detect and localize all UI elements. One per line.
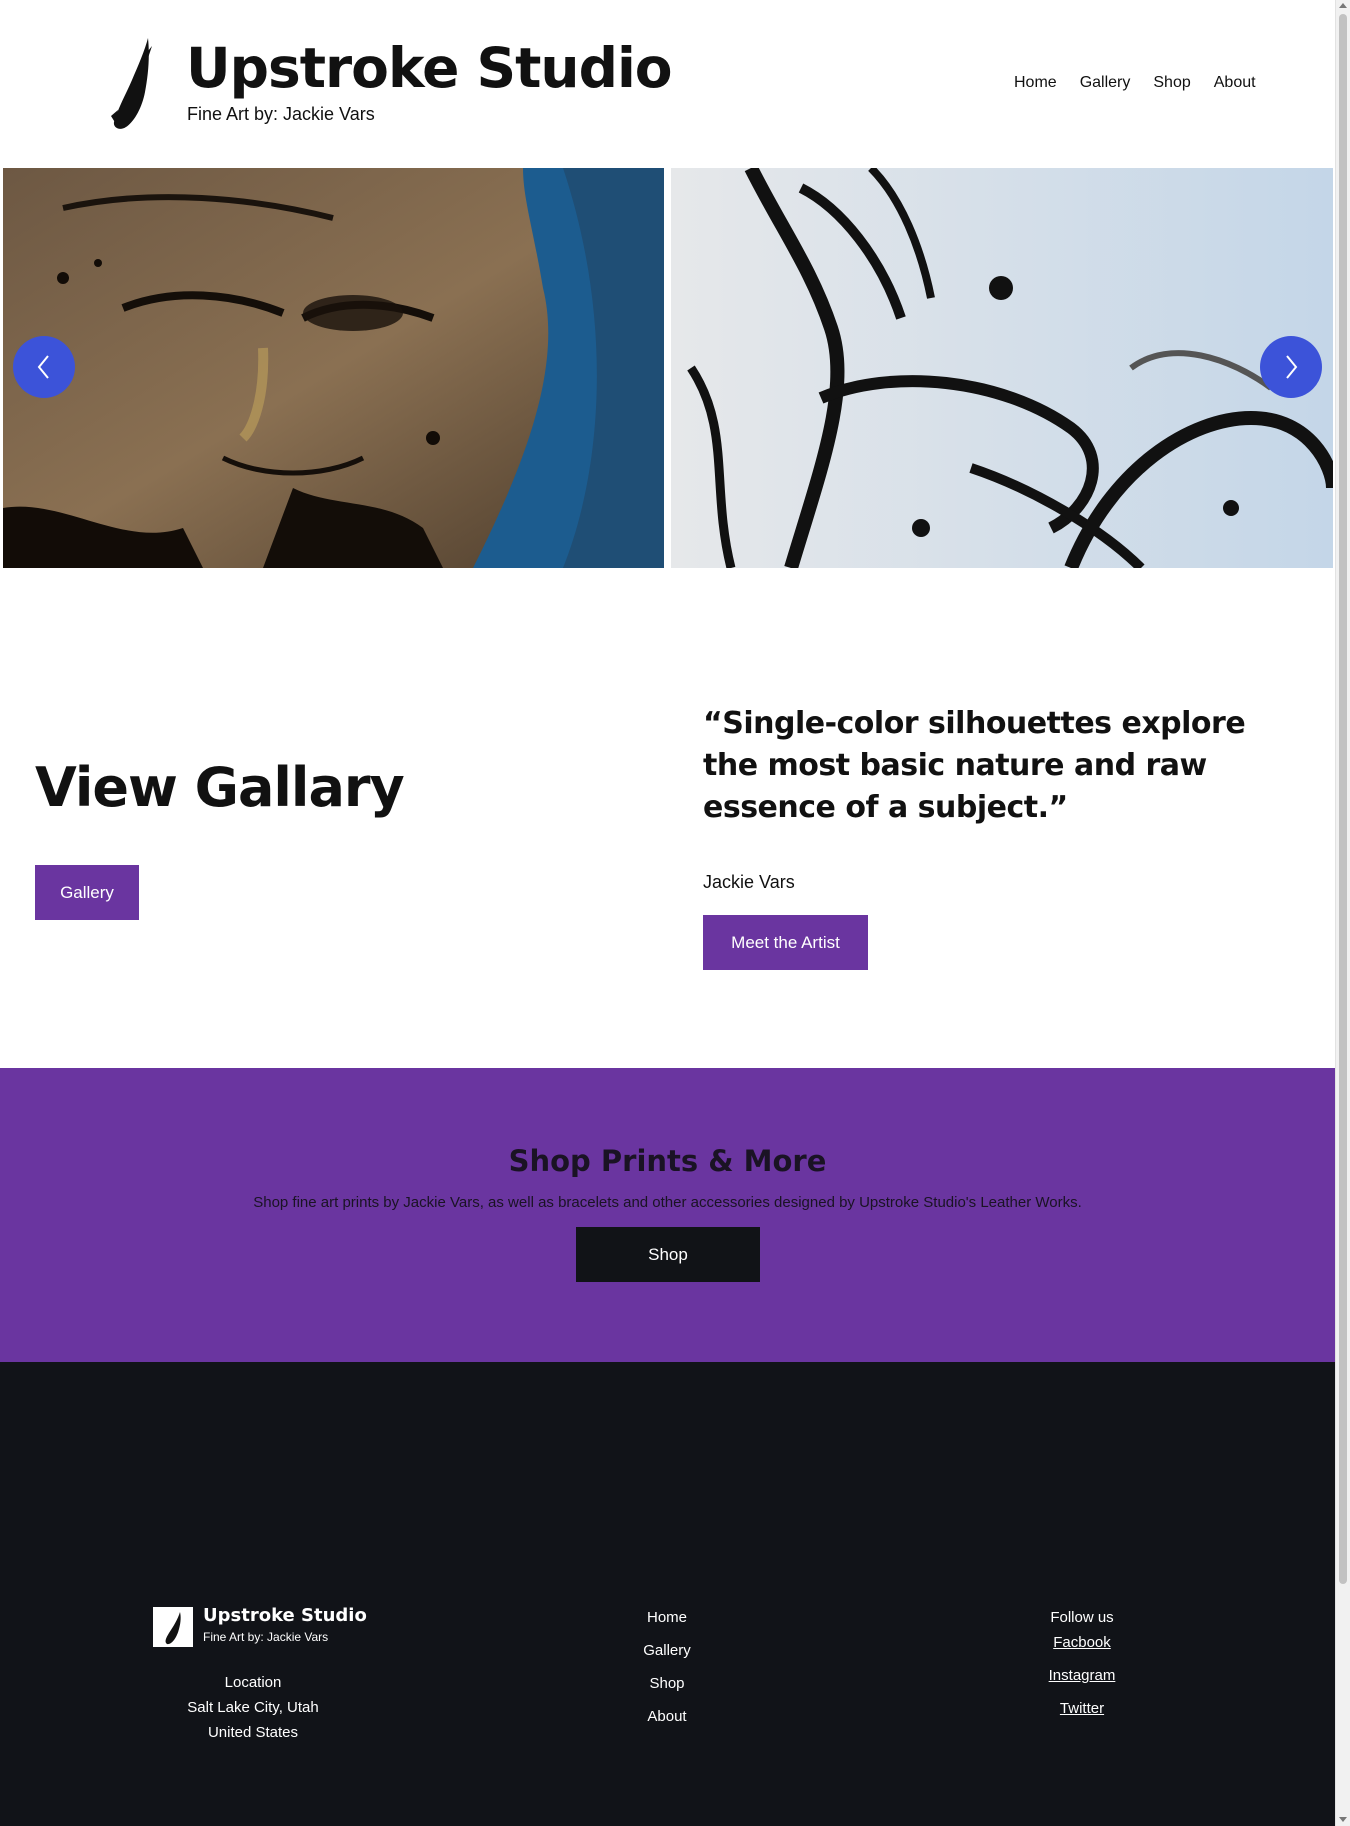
shop-title: Shop Prints & More	[508, 1144, 827, 1178]
footer-nav-about[interactable]: About	[567, 1708, 767, 1741]
instagram-link[interactable]: Instagram	[982, 1667, 1182, 1700]
footer-nav: Home Gallery Shop About	[567, 1609, 767, 1741]
slider-prev-button[interactable]	[13, 336, 75, 398]
nav-home[interactable]: Home	[1014, 74, 1057, 92]
location-label: Location	[224, 1674, 282, 1691]
page-scrollbar[interactable]	[1335, 0, 1350, 1826]
chevron-right-icon	[1286, 355, 1298, 379]
artwork-slider	[0, 168, 1335, 568]
slide-horse-sketch-painting[interactable]	[671, 168, 1333, 568]
gallery-quote-section: View Gallary Gallery “Single-color silho…	[0, 568, 1335, 1068]
nav-shop[interactable]: Shop	[1153, 74, 1190, 92]
scroll-up-arrow-icon[interactable]	[1339, 3, 1347, 8]
scrollbar-thumb[interactable]	[1339, 14, 1347, 1584]
site-title[interactable]: Upstroke Studio	[186, 36, 673, 100]
footer-title[interactable]: Upstroke Studio	[203, 1605, 367, 1626]
footer-tagline: Fine Art by: Jackie Vars	[203, 1630, 329, 1644]
view-gallery-heading: View Gallary	[35, 756, 405, 819]
location-city: Salt Lake City, Utah	[187, 1699, 319, 1716]
twitter-link[interactable]: Twitter	[982, 1700, 1182, 1733]
buddha-face-artwork-image	[3, 168, 664, 568]
chevron-left-icon	[37, 355, 49, 379]
site-tagline: Fine Art by: Jackie Vars	[187, 104, 375, 124]
footer-nav-shop[interactable]: Shop	[567, 1675, 767, 1708]
footer-location: Location Salt Lake City, Utah United Sta…	[153, 1670, 353, 1745]
shop-description: Shop fine art prints by Jackie Vars, as …	[253, 1194, 1082, 1211]
facebook-link[interactable]: Facbook	[982, 1634, 1182, 1667]
meet-the-artist-button[interactable]: Meet the Artist	[703, 915, 868, 970]
footer-nav-home[interactable]: Home	[567, 1609, 767, 1642]
gallery-button[interactable]: Gallery	[35, 865, 139, 920]
horse-sketch-artwork-image	[671, 168, 1333, 568]
slider-next-button[interactable]	[1260, 336, 1322, 398]
scroll-down-arrow-icon[interactable]	[1339, 1817, 1347, 1822]
location-country: United States	[207, 1724, 299, 1741]
nav-gallery[interactable]: Gallery	[1080, 74, 1131, 92]
shop-button[interactable]: Shop	[576, 1227, 760, 1282]
footer-social: Follow us Facbook Instagram Twitter	[982, 1609, 1182, 1733]
quote-author: Jackie Vars	[703, 872, 795, 892]
follow-us-label: Follow us	[1050, 1609, 1114, 1626]
footer-logo-icon[interactable]	[153, 1607, 193, 1647]
site-header: Upstroke Studio Fine Art by: Jackie Vars…	[0, 0, 1335, 168]
brush-stroke-logo-icon[interactable]	[108, 36, 160, 132]
main-nav: Home Gallery Shop About	[1014, 74, 1256, 92]
site-footer: Upstroke Studio Fine Art by: Jackie Vars…	[0, 1362, 1335, 1826]
artist-quote: “Single-color silhouettes explore the mo…	[703, 706, 1246, 825]
slide-buddha-face-painting[interactable]	[3, 168, 664, 568]
footer-nav-gallery[interactable]: Gallery	[567, 1642, 767, 1675]
shop-section: Shop Prints & More Shop fine art prints …	[0, 1068, 1335, 1362]
nav-about[interactable]: About	[1214, 74, 1256, 92]
